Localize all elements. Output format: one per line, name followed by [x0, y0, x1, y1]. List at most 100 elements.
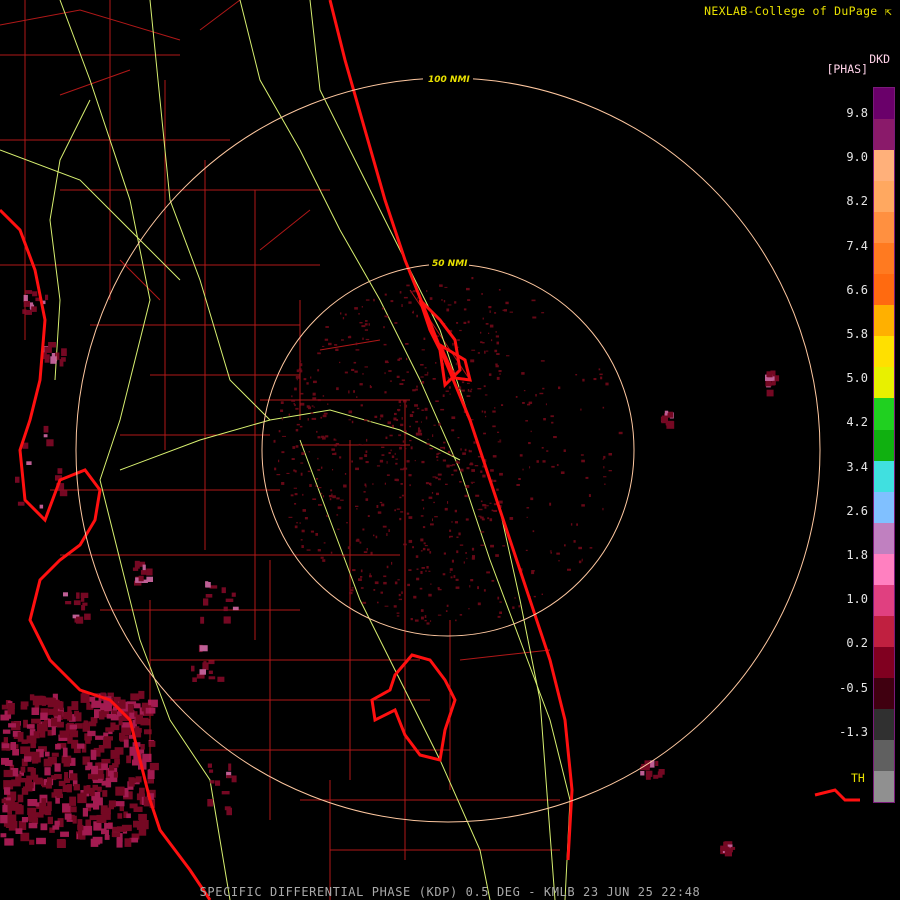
- radar-return-cell: [54, 820, 60, 826]
- radar-return-cell: [410, 618, 413, 621]
- radar-return-cell: [449, 571, 451, 573]
- radar-return-cell: [394, 509, 396, 512]
- radar-return-cell: [455, 586, 460, 589]
- radar-return-cell: [536, 460, 539, 463]
- radar-return-cell: [420, 421, 422, 423]
- radar-return-cell: [288, 516, 293, 518]
- radar-return-cell: [424, 407, 428, 411]
- radar-return-cell: [148, 768, 154, 778]
- radar-return-cell: [455, 578, 459, 581]
- radar-return-cell: [425, 416, 428, 420]
- radar-return-cell: [110, 749, 120, 759]
- radar-return-cell: [488, 306, 492, 309]
- radar-return-cell: [73, 600, 81, 606]
- radar-return-cell: [488, 332, 490, 334]
- radar-return-cell: [342, 555, 346, 558]
- radar-return-cell: [431, 492, 434, 494]
- radar-return-cell: [477, 586, 479, 590]
- radar-return-cell: [396, 375, 400, 378]
- radar-return-cell: [200, 616, 205, 624]
- radar-return-cell: [288, 413, 291, 416]
- radar-return-cell: [312, 498, 317, 500]
- radar-return-cell: [291, 399, 296, 402]
- color-scale-swatch: [874, 336, 894, 368]
- radar-return-cell: [322, 345, 325, 347]
- radar-return-cell: [443, 300, 446, 303]
- radar-return-cell: [437, 473, 442, 476]
- radar-return-cell: [390, 449, 392, 452]
- radar-return-cell: [231, 592, 236, 597]
- radar-return-cell: [317, 469, 321, 471]
- radar-return-cell: [205, 594, 213, 598]
- radar-return-cell: [232, 606, 239, 611]
- radar-return-cell: [348, 410, 353, 414]
- radar-return-cell: [50, 356, 57, 364]
- radar-return-cell: [299, 522, 301, 524]
- radar-return-cell: [1, 798, 6, 804]
- radar-return-cell: [299, 369, 303, 373]
- radar-return-cell: [396, 419, 399, 421]
- radar-return-cell: [467, 389, 470, 392]
- radar-return-cell: [497, 431, 500, 433]
- radar-return-cell: [528, 442, 531, 445]
- radar-return-cell: [134, 560, 140, 569]
- color-scale-tick-label: 5.8: [846, 327, 868, 341]
- radar-return-cell: [426, 290, 428, 293]
- color-scale-tick-label: 7.4: [846, 238, 868, 253]
- radar-return-cell: [81, 605, 86, 611]
- radar-return-cell: [402, 440, 405, 443]
- radar-return-cell: [310, 412, 314, 414]
- radar-return-cell: [397, 409, 401, 411]
- radar-return-cell: [415, 432, 420, 436]
- radar-return-cell: [90, 749, 97, 760]
- radar-return-cell: [317, 399, 321, 402]
- radar-return-cell: [281, 482, 285, 485]
- radar-return-cell: [377, 601, 379, 604]
- radar-return-cell: [667, 413, 674, 418]
- radar-return-cell: [441, 299, 443, 301]
- radar-map: 100 NMI 50 NMI: [0, 0, 860, 900]
- radar-return-cell: [95, 735, 104, 740]
- radar-return-cell: [23, 301, 30, 307]
- radar-return-cell: [51, 717, 58, 727]
- radar-return-cell: [489, 502, 492, 504]
- radar-return-cell: [563, 449, 566, 452]
- radar-return-cell: [397, 579, 400, 581]
- radar-return-cell: [296, 423, 300, 426]
- radar-return-cell: [477, 509, 479, 511]
- radar-return-cell: [486, 571, 490, 574]
- radar-return-cell: [344, 371, 348, 374]
- radar-return-cell: [8, 817, 14, 823]
- radar-return-cell: [41, 798, 47, 807]
- radar-return-cell: [582, 378, 585, 382]
- radar-return-cell: [558, 386, 561, 390]
- radar-return-cell: [551, 421, 554, 424]
- radar-return-cell: [446, 308, 450, 312]
- radar-return-cell: [26, 775, 32, 786]
- radar-return-cell: [449, 464, 453, 467]
- radar-return-cell: [425, 570, 427, 572]
- radar-return-cell: [400, 423, 404, 427]
- radar-return-cell: [71, 701, 79, 710]
- radar-return-cell: [661, 416, 668, 424]
- radar-return-cell: [526, 507, 530, 509]
- radar-return-cell: [366, 548, 368, 551]
- radar-return-cell: [602, 507, 604, 511]
- radar-return-cell: [225, 598, 234, 602]
- radar-return-cell: [56, 721, 64, 728]
- radar-return-cell: [63, 592, 68, 597]
- radar-return-cell: [320, 492, 323, 495]
- radar-return-cell: [451, 429, 455, 432]
- radar-return-cell: [321, 466, 323, 469]
- radar-return-cell: [459, 544, 464, 546]
- radar-return-cell: [148, 741, 156, 747]
- radar-return-cell: [133, 806, 143, 812]
- radar-return-cell: [67, 706, 72, 715]
- radar-return-cell: [101, 828, 107, 835]
- color-scale-swatch: [874, 429, 894, 461]
- radar-return-cell: [425, 482, 429, 485]
- radar-return-cell: [381, 503, 385, 507]
- radar-return-cell: [420, 571, 423, 574]
- radar-return-cell: [459, 614, 463, 616]
- radar-return-cell: [311, 417, 316, 420]
